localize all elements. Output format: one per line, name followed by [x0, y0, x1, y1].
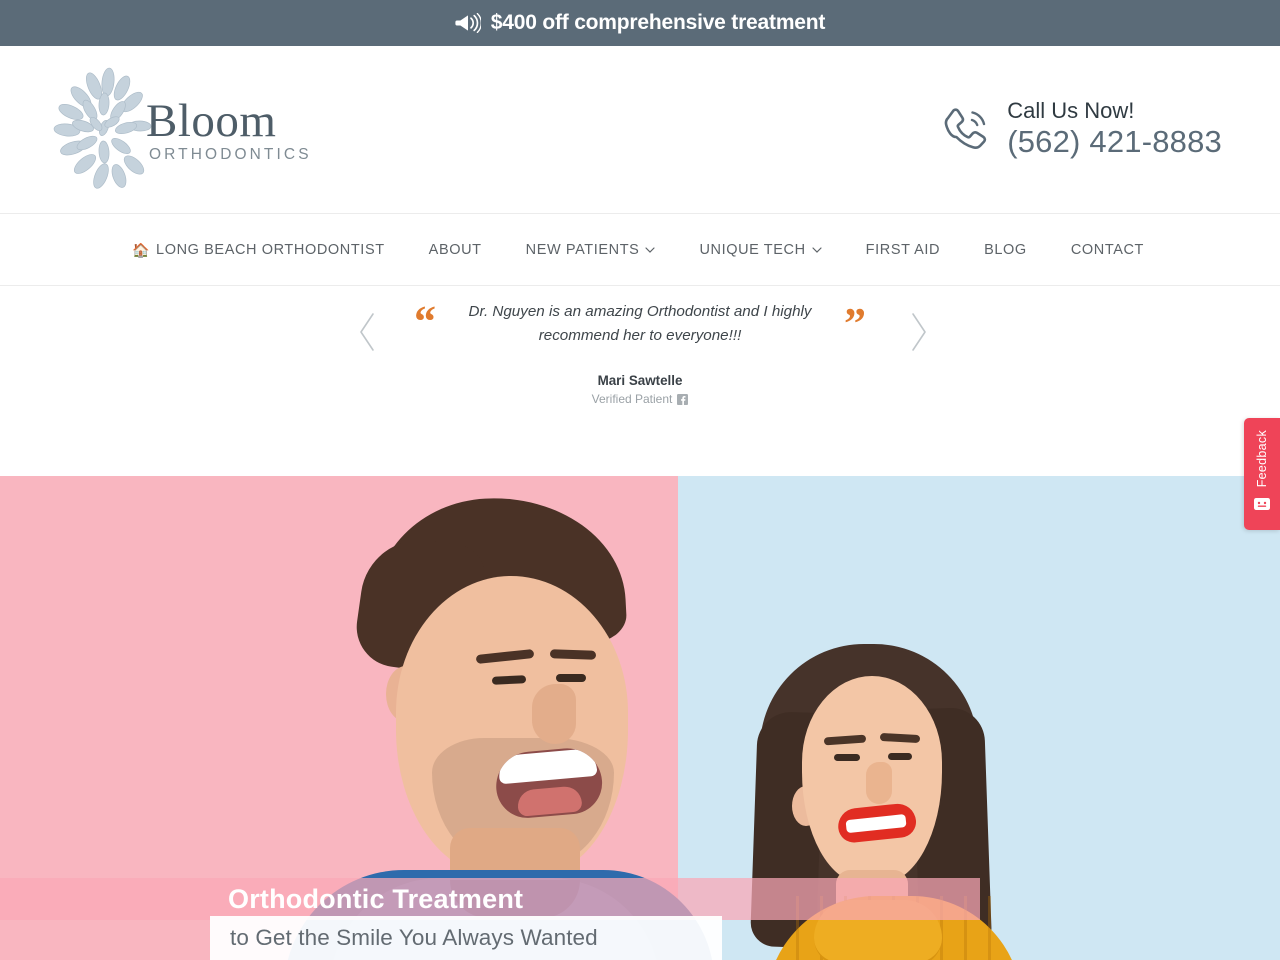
- testimonial-author: Mari Sawtelle: [597, 373, 683, 389]
- nav-label: UNIQUE TECH: [699, 241, 806, 258]
- testimonial-text: Dr. Nguyen is an amazing Orthodontist an…: [468, 303, 812, 344]
- woman-eye-right: [888, 753, 912, 760]
- logo-subtitle: ORTHODONTICS: [149, 146, 312, 164]
- nav-label: ABOUT: [428, 241, 482, 258]
- header-phone[interactable]: Call Us Now! (562) 421-8883: [939, 97, 1222, 160]
- facebook-icon: [677, 393, 689, 405]
- flower-petal-burst-icon: [53, 67, 152, 189]
- phone-number[interactable]: (562) 421-8883: [1007, 125, 1222, 160]
- chevron-down-icon: [645, 246, 656, 253]
- man-tongue: [516, 785, 583, 817]
- chevron-down-icon: [812, 246, 822, 253]
- man-nose: [532, 684, 576, 744]
- hero-title: Orthodontic Treatment: [228, 884, 524, 914]
- smiley-face-icon: [1254, 498, 1270, 511]
- testimonial-quote-row: “ Dr. Nguyen is an amazing Orthodontist …: [340, 297, 940, 348]
- promo-banner[interactable]: $400 off comprehensive treatment: [0, 0, 1280, 46]
- main-navigation: 🏠 LONG BEACH ORTHODONTIST ABOUT NEW PATI…: [0, 214, 1280, 286]
- quote-open-icon: “: [414, 297, 436, 346]
- nav-label: LONG BEACH ORTHODONTIST: [156, 241, 385, 258]
- logo-name: Bloom: [146, 94, 277, 147]
- nav-label: FIRST AID: [865, 241, 941, 258]
- promo-text: $400 off comprehensive treatment: [490, 11, 826, 34]
- quote-close-icon: ”: [844, 299, 866, 348]
- man-eyebrow-right: [549, 649, 597, 660]
- testimonial-carousel: “ Dr. Nguyen is an amazing Orthodontist …: [0, 286, 1280, 476]
- nav-label: BLOG: [984, 241, 1027, 258]
- nav-label: CONTACT: [1070, 241, 1145, 258]
- verified-patient-label: Verified Patient: [591, 392, 673, 407]
- megaphone-icon: [455, 13, 481, 33]
- man-eye-right: [556, 674, 586, 682]
- call-us-label: Call Us Now!: [1007, 97, 1135, 123]
- phone-icon: [944, 107, 987, 149]
- nav-item-new-patients[interactable]: NEW PATIENTS: [504, 242, 678, 258]
- nav-list: 🏠 LONG BEACH ORTHODONTIST ABOUT NEW PATI…: [114, 242, 1166, 258]
- nav-item-unique-tech[interactable]: UNIQUE TECH: [677, 242, 843, 258]
- hero-subtitle: to Get the Smile You Always Wanted: [230, 925, 598, 950]
- home-icon: 🏠: [131, 241, 151, 258]
- site-header: Bloom ORTHODONTICS Call Us Now! (562) 42…: [0, 46, 1280, 214]
- woman-nose: [866, 762, 892, 804]
- page-root: $400 off comprehensive treatment Bloom O…: [0, 0, 1280, 960]
- nav-item-about[interactable]: ABOUT: [407, 242, 504, 258]
- feedback-label: Feedback: [1255, 430, 1269, 488]
- nav-item-first-aid[interactable]: FIRST AID: [844, 242, 962, 258]
- woman-teeth: [845, 814, 907, 834]
- site-logo[interactable]: Bloom ORTHODONTICS: [52, 66, 312, 194]
- feedback-tab[interactable]: Feedback: [1244, 418, 1280, 530]
- nav-item-long-beach-orthodontist[interactable]: 🏠 LONG BEACH ORTHODONTIST: [114, 242, 407, 258]
- nav-item-blog[interactable]: BLOG: [962, 242, 1049, 258]
- woman-eye-left: [834, 754, 860, 761]
- nav-item-contact[interactable]: CONTACT: [1049, 242, 1166, 258]
- nav-label: NEW PATIENTS: [525, 241, 640, 258]
- testimonial-content: “ Dr. Nguyen is an amazing Orthodontist …: [340, 286, 940, 406]
- testimonial-source: Verified Patient: [340, 392, 940, 406]
